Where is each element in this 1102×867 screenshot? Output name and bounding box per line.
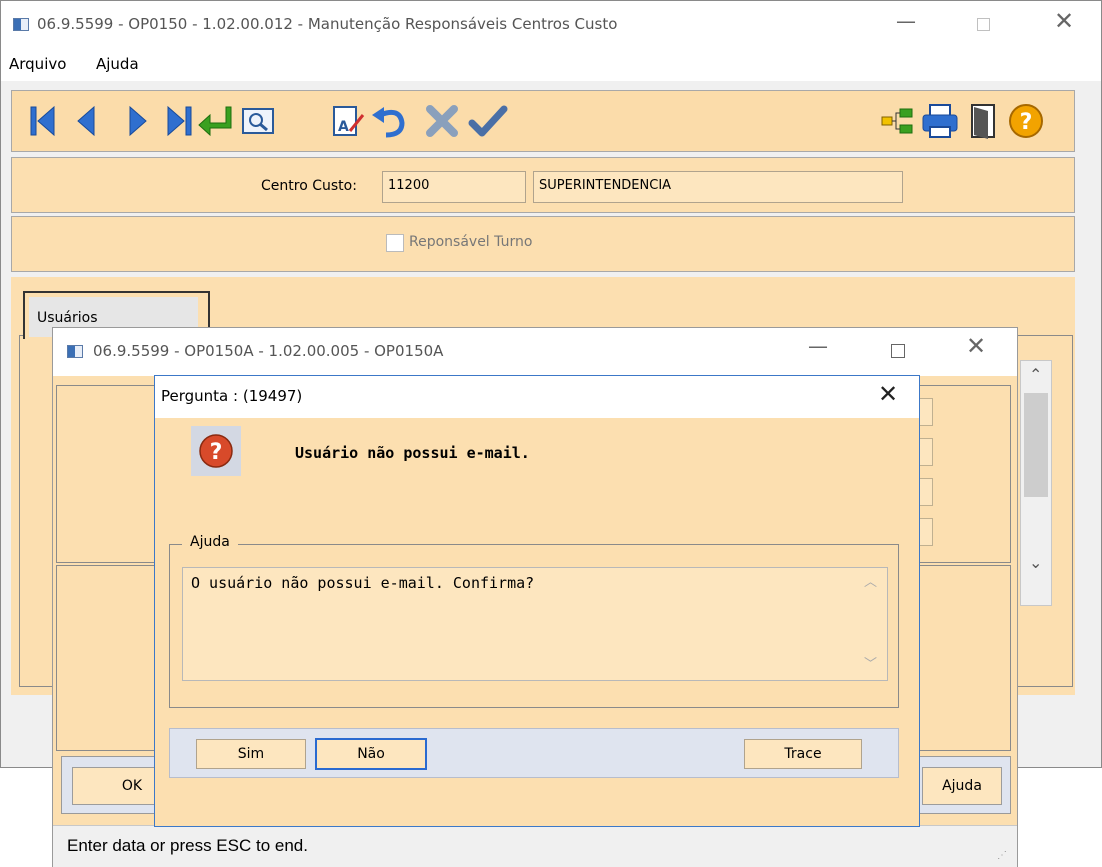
trace-button[interactable]: Trace bbox=[744, 739, 862, 769]
question-dialog: Pergunta : (19497) ✕ ? Usuário não possu… bbox=[154, 375, 920, 827]
status-bar: Enter data or press ESC to end. ⋰ bbox=[53, 825, 1017, 867]
delete-icon[interactable] bbox=[424, 101, 460, 141]
minimize-button[interactable]: — bbox=[891, 9, 921, 39]
tab-usuarios-label: Usuários bbox=[37, 310, 98, 326]
centro-custo-panel: Centro Custo: 11200 SUPERINTENDENCIA bbox=[11, 157, 1075, 213]
resize-grip[interactable]: ⋰ bbox=[997, 850, 1007, 861]
search-icon[interactable] bbox=[240, 101, 276, 141]
sub-close-button[interactable]: ✕ bbox=[961, 332, 991, 362]
svg-text:?: ? bbox=[1020, 110, 1033, 135]
menu-ajuda[interactable]: Ajuda bbox=[96, 55, 139, 73]
first-record-icon[interactable] bbox=[28, 101, 58, 141]
tree-icon[interactable] bbox=[880, 101, 914, 141]
ajuda-button[interactable]: Ajuda bbox=[922, 767, 1002, 805]
confirm-icon[interactable] bbox=[468, 101, 508, 141]
scroll-up-icon[interactable]: ⌃ bbox=[1029, 365, 1042, 385]
dialog-button-bar: Sim Não Trace bbox=[169, 728, 899, 778]
last-record-icon[interactable] bbox=[164, 101, 194, 141]
svg-text:A: A bbox=[338, 119, 349, 135]
sub-field-3[interactable] bbox=[919, 478, 933, 506]
next-record-icon[interactable] bbox=[124, 101, 152, 141]
sub-window-title: 06.9.5599 - OP0150A - 1.02.00.005 - OP01… bbox=[93, 342, 444, 360]
dialog-close-button[interactable]: ✕ bbox=[871, 380, 905, 414]
sim-button[interactable]: Sim bbox=[196, 739, 306, 769]
ajuda-group-label: Ajuda bbox=[182, 534, 238, 550]
svg-text:?: ? bbox=[210, 440, 223, 465]
undo-icon[interactable] bbox=[370, 101, 410, 141]
help-text: O usuário não possui e-mail. Confirma? bbox=[191, 574, 535, 592]
close-button[interactable]: ✕ bbox=[1049, 7, 1079, 37]
sub-minimize-button[interactable]: — bbox=[803, 334, 833, 364]
sub-titlebar: 06.9.5599 - OP0150A - 1.02.00.005 - OP01… bbox=[53, 328, 1017, 376]
sub-field-4[interactable] bbox=[919, 518, 933, 546]
sub-app-icon bbox=[67, 345, 83, 358]
edit-text-icon[interactable]: A bbox=[330, 101, 366, 141]
maximize-button[interactable] bbox=[977, 18, 990, 31]
help-icon[interactable]: ? bbox=[1006, 101, 1046, 141]
responsavel-panel: Reponsável Turno bbox=[11, 216, 1075, 272]
print-icon[interactable] bbox=[920, 101, 960, 141]
scroll-down-icon[interactable]: ⌄ bbox=[1029, 553, 1042, 573]
menu-bar: Arquivo Ajuda bbox=[1, 51, 1101, 81]
nao-button[interactable]: Não bbox=[315, 738, 427, 770]
responsavel-turno-label: Reponsável Turno bbox=[409, 234, 533, 250]
question-icon-box: ? bbox=[191, 426, 241, 476]
sub-maximize-button[interactable] bbox=[891, 344, 905, 358]
sub-field-2[interactable] bbox=[919, 438, 933, 466]
main-titlebar: 06.9.5599 - OP0150 - 1.02.00.012 - Manut… bbox=[1, 1, 1101, 51]
sub-field-1[interactable] bbox=[919, 398, 933, 426]
ajuda-groupbox: Ajuda O usuário não possui e-mail. Confi… bbox=[169, 534, 899, 708]
centro-custo-label: Centro Custo: bbox=[261, 178, 357, 194]
help-scroll-up-icon[interactable]: ︿ bbox=[864, 571, 877, 590]
menu-arquivo[interactable]: Arquivo bbox=[9, 55, 66, 73]
toolbar: A ? bbox=[11, 90, 1075, 152]
centro-custo-code-field[interactable]: 11200 bbox=[382, 171, 526, 203]
status-text: Enter data or press ESC to end. bbox=[67, 836, 308, 855]
responsavel-turno-checkbox[interactable] bbox=[386, 234, 404, 252]
window-app-icon bbox=[13, 18, 29, 31]
dialog-message: Usuário não possui e-mail. bbox=[295, 444, 530, 462]
main-window-title: 06.9.5599 - OP0150 - 1.02.00.012 - Manut… bbox=[37, 15, 618, 33]
go-to-icon[interactable] bbox=[196, 101, 236, 141]
previous-record-icon[interactable] bbox=[72, 101, 100, 141]
dialog-title: Pergunta : (19497) bbox=[161, 387, 303, 405]
help-scroll-down-icon[interactable]: ﹀ bbox=[864, 653, 877, 672]
centro-custo-name-field: SUPERINTENDENCIA bbox=[533, 171, 903, 203]
scroll-thumb[interactable] bbox=[1024, 393, 1048, 497]
dialog-titlebar: Pergunta : (19497) ✕ bbox=[155, 376, 919, 418]
question-icon: ? bbox=[199, 434, 233, 468]
exit-icon[interactable] bbox=[968, 101, 1002, 141]
help-textarea[interactable]: O usuário não possui e-mail. Confirma? bbox=[182, 567, 888, 681]
grid-scrollbar[interactable]: ⌃ ⌄ bbox=[1020, 360, 1052, 606]
